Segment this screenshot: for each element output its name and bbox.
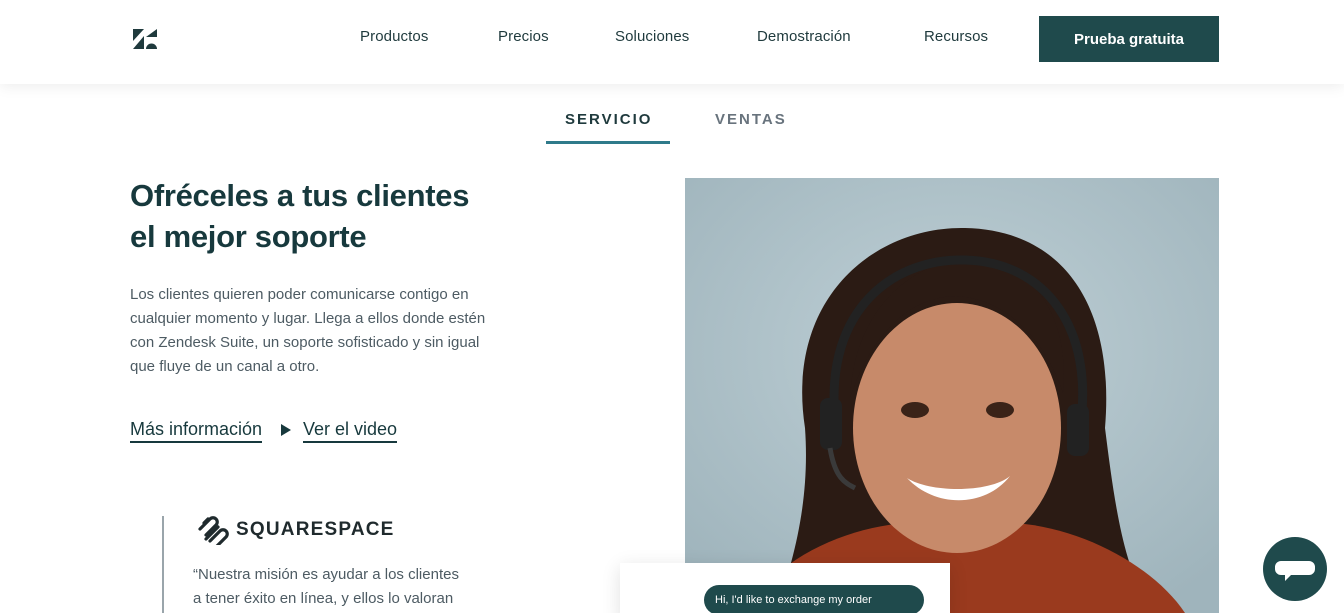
chat-message-bubble: Hi, I'd like to exchange my order [704,585,924,613]
testimonial-quote: “Nuestra misión es ayudar a los clientes… [193,563,493,611]
active-tab-indicator [546,141,670,144]
chat-widget-button[interactable] [1263,537,1327,601]
top-navigation-bar: Productos Precios Soluciones Demostració… [0,0,1344,84]
page-headline: Ofréceles a tus clientes el mejor soport… [130,175,510,257]
headline-line-1: Ofréceles a tus clientes [130,178,470,213]
play-icon[interactable] [281,424,291,436]
quote-divider [162,516,164,613]
nav-precios[interactable]: Precios [498,28,549,45]
free-trial-button[interactable]: Prueba gratuita [1039,16,1219,62]
squarespace-logo-icon [196,515,230,549]
intro-paragraph: Los clientes quieren poder comunicarse c… [130,286,486,375]
nav-soluciones[interactable]: Soluciones [615,28,689,45]
more-info-link[interactable]: Más información [130,419,263,443]
watch-video-link[interactable]: Ver el video [303,419,398,443]
nav-recursos[interactable]: Recursos [924,28,988,45]
zendesk-logo-icon[interactable] [133,29,157,49]
quote-line-1: “Nuestra misión es ayudar a los clientes [193,566,459,583]
hero-photo-support-agent [685,178,1219,613]
chat-bubble-icon [1263,561,1327,604]
tab-ventas[interactable]: VENTAS [715,111,787,128]
nav-demostracion[interactable]: Demostración [757,28,851,45]
headline-line-2: el mejor soporte [130,219,367,254]
quote-line-2: a tener éxito en línea, y ellos lo valor… [193,590,454,607]
tab-servicio[interactable]: SERVICIO [565,111,652,128]
squarespace-brand-name: SQUARESPACE [236,519,395,540]
nav-productos[interactable]: Productos [360,28,428,45]
